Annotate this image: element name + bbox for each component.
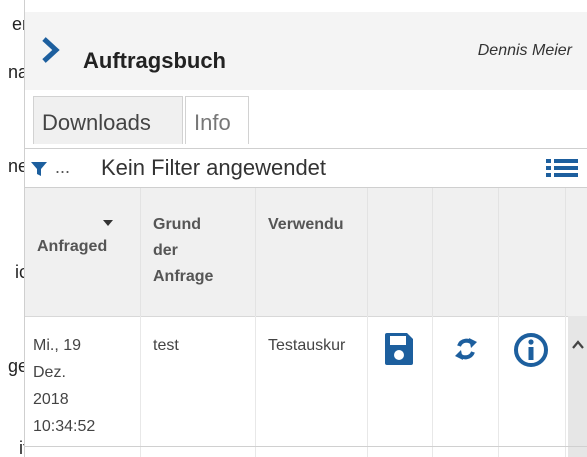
order-table: Anfraged Grund der Anfrage Verwendu Mi.,… <box>25 188 587 457</box>
filter-icon[interactable] <box>31 161 47 177</box>
panel-header: Auftragsbuch Dennis Meier <box>25 12 587 90</box>
order-book-panel: Auftragsbuch Dennis Meier Downloads Info… <box>24 0 587 457</box>
table-header-row: Anfraged Grund der Anfrage Verwendu <box>25 188 587 317</box>
column-label-line: Grund <box>153 216 201 233</box>
cell-refresh-action <box>433 316 499 457</box>
save-icon[interactable] <box>384 332 414 366</box>
column-label-line: der <box>153 242 178 259</box>
column-header-action <box>433 188 499 316</box>
list-view-icon[interactable] <box>546 157 578 179</box>
refresh-icon[interactable] <box>453 332 479 366</box>
sort-desc-icon <box>103 220 113 226</box>
usage-text: Testauskur <box>268 337 346 354</box>
reason-text: test <box>153 337 179 354</box>
user-name: Dennis Meier <box>477 42 572 59</box>
column-header-action <box>499 188 566 316</box>
cell-info-action <box>499 316 566 457</box>
tab-info[interactable]: Info <box>185 96 249 144</box>
date-line: Mi., 19 <box>33 337 82 354</box>
cell-requested-date: Mi., 19 Dez. 2018 10:34:52 <box>25 316 141 457</box>
filter-ellipsis[interactable]: ... <box>55 157 70 178</box>
tab-downloads[interactable]: Downloads <box>33 96 183 144</box>
column-header-reason[interactable]: Grund der Anfrage <box>141 188 256 316</box>
filter-status-text: Kein Filter angewendet <box>101 155 327 180</box>
filter-bar: ... Kein Filter angewendet <box>25 148 587 188</box>
column-header-requested-date[interactable]: Anfraged <box>25 188 141 316</box>
page-title: Auftragsbuch <box>83 48 226 73</box>
cell-usage: Testauskur <box>256 316 368 457</box>
column-label: Anfraged <box>37 238 108 255</box>
cell-reason: test <box>141 316 256 457</box>
chevron-up-icon[interactable] <box>572 340 584 350</box>
cell-save-action <box>368 316 433 457</box>
vertical-scrollbar[interactable] <box>568 316 587 457</box>
date-line: Dez. <box>33 364 66 381</box>
chevron-right-icon[interactable] <box>39 36 61 64</box>
column-header-spacer <box>566 188 587 316</box>
date-line: 10:34:52 <box>33 418 96 435</box>
row-divider <box>25 446 587 447</box>
column-header-usage[interactable]: Verwendu <box>256 188 368 316</box>
column-label: Verwendu <box>268 216 344 233</box>
column-header-action <box>368 188 433 316</box>
column-label-line: Anfrage <box>153 268 214 285</box>
info-icon[interactable] <box>513 332 549 368</box>
date-line: 2018 <box>33 391 69 408</box>
